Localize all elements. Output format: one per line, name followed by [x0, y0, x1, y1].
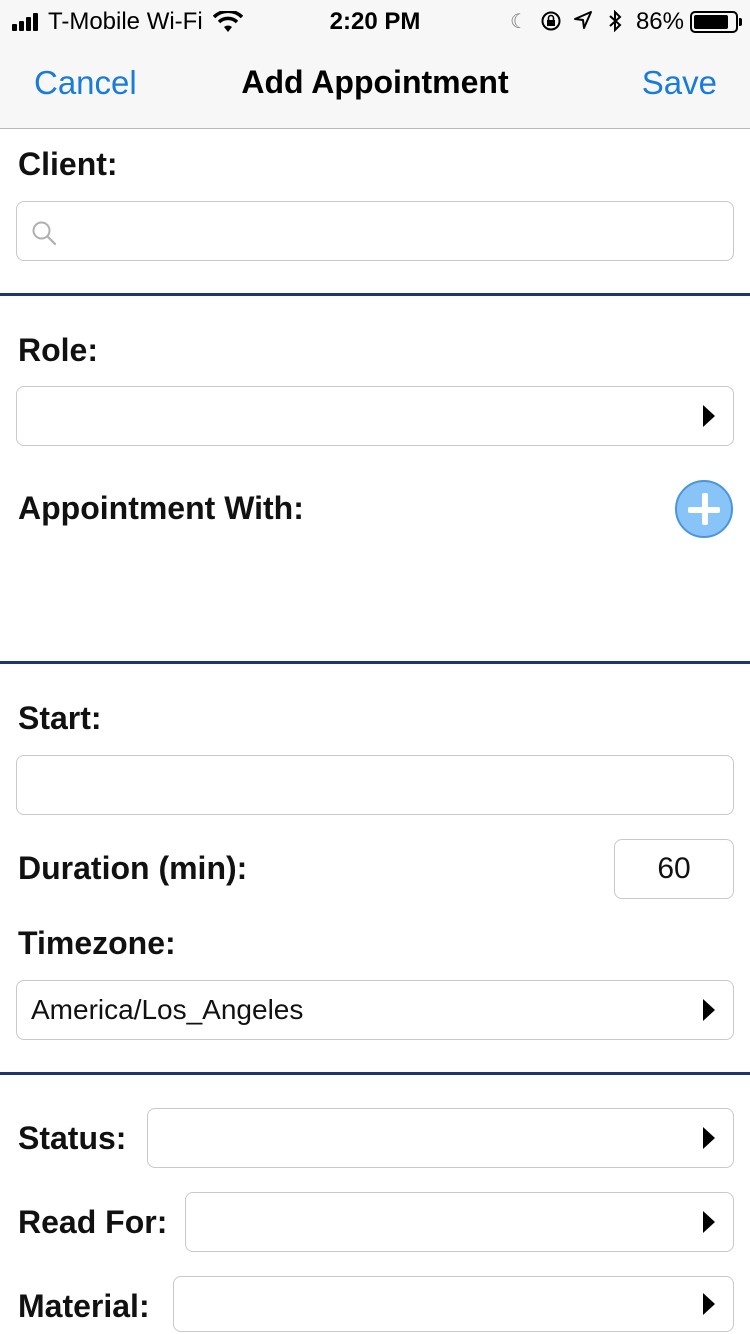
add-appointment-with-button[interactable]: [675, 480, 733, 538]
status-label: Status:: [18, 1120, 127, 1156]
section-divider: [0, 293, 750, 296]
battery-icon: [690, 11, 742, 33]
disclosure-arrow-icon: [703, 999, 715, 1021]
battery-fill: [694, 15, 729, 29]
appointment-with-label: Appointment With:: [18, 490, 304, 526]
disclosure-arrow-icon: [703, 405, 715, 427]
role-label: Role:: [18, 332, 98, 368]
start-field[interactable]: [16, 755, 734, 815]
timezone-value: America/Los_Angeles: [31, 994, 304, 1025]
search-icon: [32, 221, 57, 246]
save-button[interactable]: Save: [642, 64, 717, 102]
read-for-select[interactable]: [185, 1192, 734, 1252]
timezone-label: Timezone:: [18, 925, 176, 961]
disclosure-arrow-icon: [703, 1293, 715, 1315]
material-select[interactable]: [173, 1276, 734, 1332]
bluetooth-icon: [604, 9, 626, 34]
status-right: ☾ 86%: [498, 8, 742, 36]
section-divider: [0, 661, 750, 664]
disclosure-arrow-icon: [703, 1127, 715, 1149]
duration-input[interactable]: 60: [614, 839, 734, 899]
disclosure-arrow-icon: [703, 1211, 715, 1233]
role-select[interactable]: [16, 386, 734, 446]
client-search-field[interactable]: [16, 201, 734, 261]
section-divider: [0, 1072, 750, 1075]
duration-label: Duration (min):: [18, 850, 248, 886]
battery-percent: 86%: [635, 8, 684, 35]
status-bar: T-Mobile Wi-Fi 2:20 PM ☾ 86%: [0, 0, 750, 40]
timezone-select[interactable]: America/Los_Angeles: [16, 980, 734, 1040]
read-for-label: Read For:: [18, 1204, 168, 1240]
location-icon: [572, 10, 594, 34]
status-select[interactable]: [147, 1108, 734, 1168]
orientation-lock-icon: [540, 10, 562, 34]
start-label: Start:: [18, 700, 102, 736]
top-bar: T-Mobile Wi-Fi 2:20 PM ☾ 86% Cancel Add …: [0, 0, 750, 129]
client-label: Client:: [18, 146, 118, 182]
page-title: Add Appointment: [241, 64, 509, 100]
material-label: Material:: [18, 1288, 150, 1324]
moon-icon: ☾: [509, 11, 528, 33]
